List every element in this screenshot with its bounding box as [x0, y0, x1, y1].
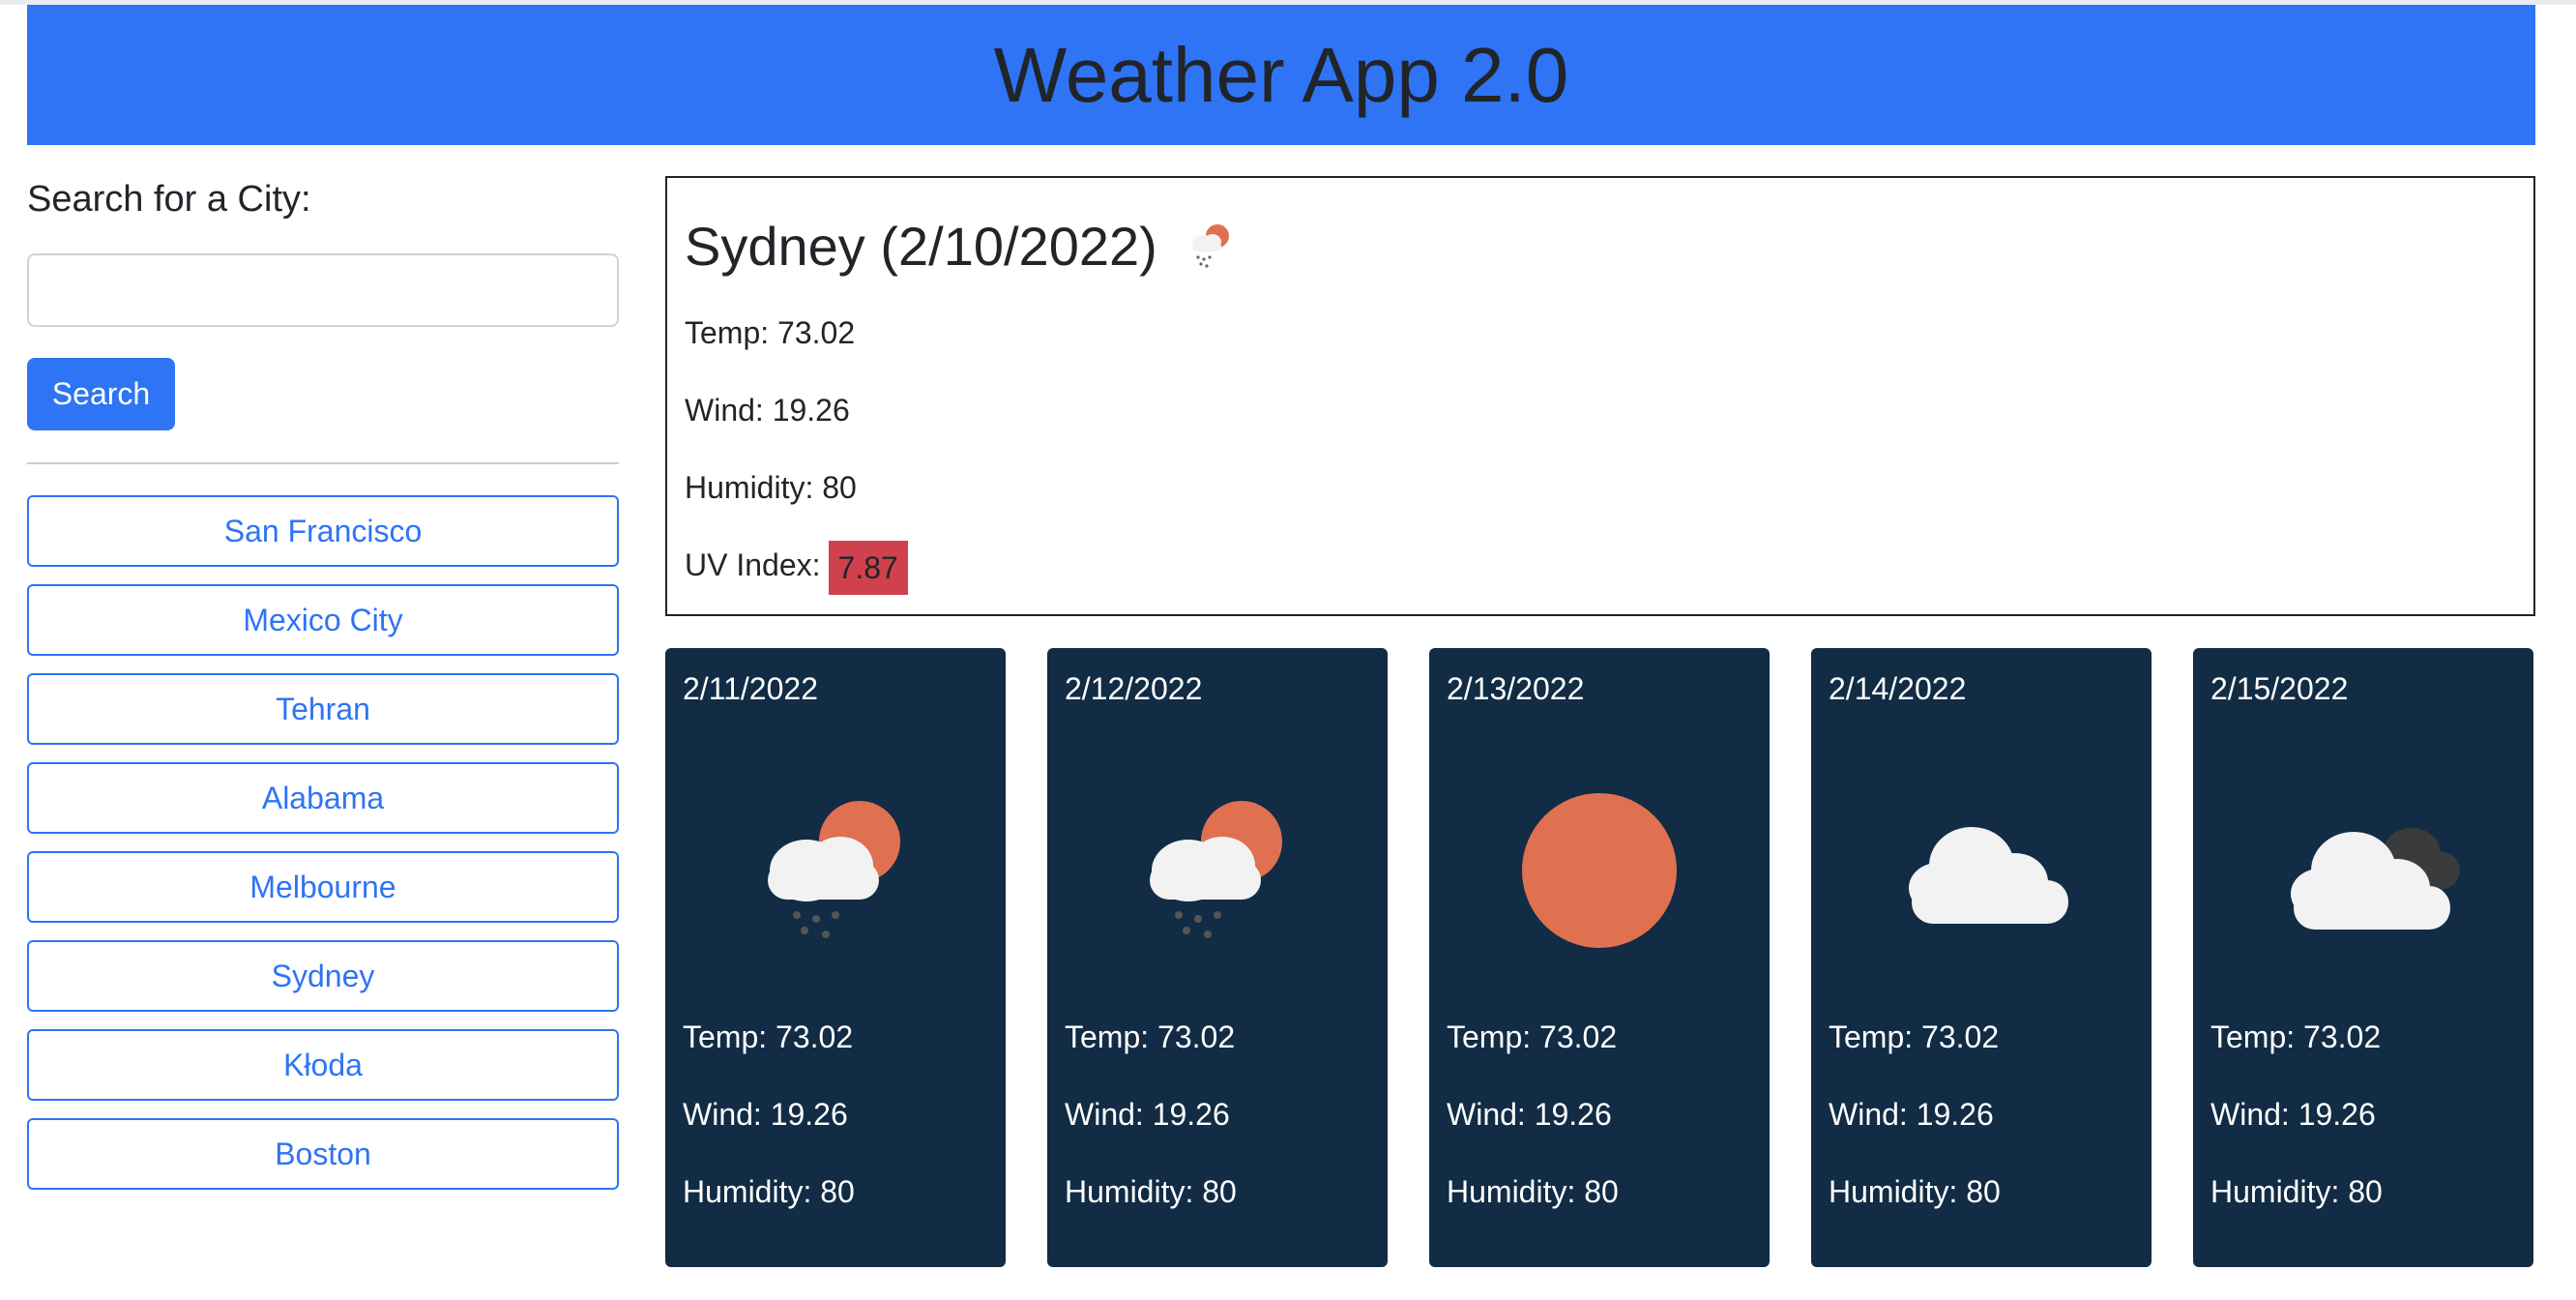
- forecast-date: 2/12/2022: [1065, 671, 1203, 706]
- snow-sun-icon: [768, 801, 900, 938]
- app-header: Weather App 2.0: [27, 5, 2535, 145]
- current-city-date: Sydney (2/10/2022): [685, 215, 1157, 277]
- forecast-card: 2/15/2022 Temp: 73.02 Wind: 19.26 Humidi…: [2193, 648, 2533, 1267]
- forecast-humidity: Humidity: 80: [1065, 1174, 1237, 1209]
- history-city-button[interactable]: Sydney: [27, 940, 619, 1012]
- forecast-date: 2/13/2022: [1447, 671, 1585, 706]
- forecast-card: 2/14/2022 Temp: 73.02 Wind: 19.26 Humidi…: [1811, 648, 2152, 1267]
- forecast-temp: Temp: 73.02: [1065, 1019, 1236, 1054]
- current-humidity: Humidity: 80: [685, 470, 857, 505]
- uv-label: UV Index:: [685, 547, 821, 582]
- forecast-temp: Temp: 73.02: [2210, 1019, 2382, 1054]
- history-city-button[interactable]: Tehran: [27, 673, 619, 745]
- sidebar-divider: [27, 462, 619, 464]
- sun-icon: [1522, 793, 1677, 948]
- forecast-humidity: Humidity: 80: [2210, 1174, 2383, 1209]
- snow-sun-icon: [1150, 801, 1282, 938]
- history-city-button[interactable]: Melbourne: [27, 851, 619, 923]
- cloud-icon: [1909, 827, 2068, 924]
- forecast-date: 2/14/2022: [1829, 671, 1967, 706]
- current-temp: Temp: 73.02: [685, 315, 856, 350]
- history-city-button[interactable]: Boston: [27, 1118, 619, 1190]
- forecast-humidity: Humidity: 80: [1447, 1174, 1619, 1209]
- forecast-wind: Wind: 19.26: [1829, 1097, 1994, 1132]
- five-day-forecast: 2/11/2022 Temp: 73.02 Wind: 19.26 Humidi…: [665, 648, 2535, 1267]
- forecast-temp: Temp: 73.02: [1447, 1019, 1618, 1054]
- history-city-button[interactable]: Mexico City: [27, 584, 619, 656]
- forecast-wind: Wind: 19.26: [1065, 1097, 1230, 1132]
- forecast-humidity: Humidity: 80: [683, 1174, 855, 1209]
- current-weather-panel: Sydney (2/10/2022) Temp: 73.02 Wind: 19.…: [665, 176, 2535, 616]
- forecast-temp: Temp: 73.02: [683, 1019, 854, 1054]
- search-label: Search for a City:: [27, 179, 311, 220]
- page: Weather App 2.0 Search for a City: Searc…: [0, 0, 2576, 1300]
- snow-sun-icon: [1191, 224, 1229, 268]
- forecast-wind: Wind: 19.26: [2210, 1097, 2376, 1132]
- current-weather-heading-row: Sydney (2/10/2022): [685, 207, 1239, 284]
- forecast-date: 2/15/2022: [2210, 671, 2349, 706]
- search-button[interactable]: Search: [27, 358, 175, 430]
- forecast-wind: Wind: 19.26: [683, 1097, 848, 1132]
- app-title: Weather App 2.0: [993, 31, 1569, 118]
- forecast-card: 2/12/2022 Temp: 73.02 Wind: 19.26 Humidi…: [1047, 648, 1388, 1267]
- forecast-date: 2/11/2022: [683, 671, 818, 706]
- current-uv-row: UV Index: 7.87: [685, 538, 908, 595]
- uv-index-badge: 7.87: [828, 540, 908, 595]
- forecast-temp: Temp: 73.02: [1829, 1019, 2000, 1054]
- forecast-wind: Wind: 19.26: [1447, 1097, 1612, 1132]
- city-search-input[interactable]: [27, 253, 619, 327]
- search-history-list: San Francisco Mexico City Tehran Alabama…: [27, 495, 619, 1207]
- history-city-button[interactable]: San Francisco: [27, 495, 619, 567]
- forecast-card: 2/11/2022 Temp: 73.02 Wind: 19.26 Humidi…: [665, 648, 1006, 1267]
- current-wind: Wind: 19.26: [685, 393, 850, 428]
- history-city-button[interactable]: Alabama: [27, 762, 619, 834]
- forecast-humidity: Humidity: 80: [1829, 1174, 2001, 1209]
- history-city-button[interactable]: Kłoda: [27, 1029, 619, 1101]
- dark-cloud-icon: [2291, 828, 2460, 930]
- forecast-card: 2/13/2022 Temp: 73.02 Wind: 19.26 Humidi…: [1429, 648, 1770, 1267]
- sidebar: Search for a City: Search San Francisco …: [27, 174, 619, 1190]
